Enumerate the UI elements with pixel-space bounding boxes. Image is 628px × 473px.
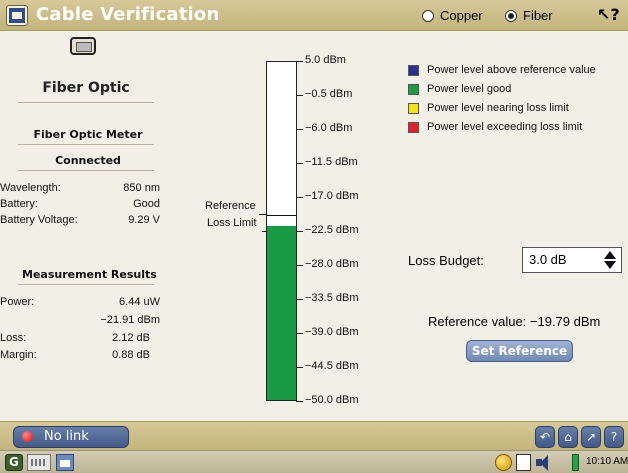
- scale-tick: [296, 95, 303, 96]
- tools-icon[interactable]: ↗: [581, 426, 601, 448]
- divider: [18, 102, 154, 103]
- legend-nearing-limit: Power level nearing loss limit: [408, 102, 569, 114]
- battery-voltage-label: Battery Voltage:: [0, 214, 78, 226]
- legend-swatch: [408, 83, 419, 95]
- reference-value-text: Reference value: −19.79 dBm: [428, 314, 601, 329]
- loss-limit-label: Loss Limit: [207, 217, 257, 229]
- scale-tick: [296, 163, 303, 164]
- margin-label: Margin:: [0, 349, 37, 361]
- speaker-icon[interactable]: [535, 454, 553, 471]
- window-title: Cable Verification: [36, 4, 220, 25]
- scale-tick-label: −28.0 dBm: [305, 258, 359, 270]
- scale-tick: [296, 367, 303, 368]
- legend-above-reference: Power level above reference value: [408, 64, 596, 76]
- status-bar: No link ↶ ⌂ ↗ ?: [0, 421, 628, 450]
- power-dbm-value: −21.91 dBm: [100, 314, 160, 326]
- divider: [18, 144, 154, 145]
- clock-time: 10:10 AM: [586, 456, 628, 467]
- set-reference-button[interactable]: Set Reference: [466, 340, 573, 362]
- window-switcher-icon[interactable]: [56, 454, 74, 471]
- meter-status: Connected: [55, 154, 121, 167]
- battery-voltage-value: 9.29 V: [128, 214, 160, 226]
- copper-radio[interactable]: Copper: [422, 8, 483, 23]
- fiber-radio[interactable]: Fiber: [505, 8, 553, 23]
- legend-swatch: [408, 64, 419, 76]
- battery-label: Battery:: [0, 198, 38, 210]
- reference-line: [267, 215, 296, 217]
- divider: [18, 170, 154, 171]
- scale-tick-label: 5.0 dBm: [305, 54, 346, 66]
- battery-icon: [572, 454, 579, 471]
- legend-swatch: [408, 121, 419, 133]
- loss-limit-leader: [262, 231, 267, 232]
- margin-value: 0.88 dB: [112, 349, 150, 361]
- scale-tick: [296, 231, 303, 232]
- clipboard-icon[interactable]: [516, 454, 531, 471]
- legend-good: Power level good: [408, 83, 511, 95]
- scale-tick: [296, 61, 303, 62]
- spin-down-icon[interactable]: [604, 261, 616, 269]
- scale-tick: [296, 129, 303, 130]
- scale-tick-label: −6.0 dBm: [305, 122, 353, 134]
- loss-budget-label: Loss Budget:: [408, 253, 484, 268]
- help-arrow-icon[interactable]: ↖?: [597, 5, 620, 24]
- scale-tick-label: −17.0 dBm: [305, 190, 359, 202]
- scale-tick-label: −50.0 dBm: [305, 394, 359, 406]
- fiber-optic-title: Fiber Optic: [42, 80, 130, 96]
- wavelength-value: 850 nm: [123, 182, 160, 194]
- results-heading: Measurement Results: [22, 268, 157, 281]
- title-bar: Cable Verification Copper Fiber ↖?: [0, 0, 628, 31]
- copper-radio-indicator: [422, 9, 434, 22]
- link-led-icon: [22, 431, 33, 442]
- reference-label: Reference: [205, 200, 256, 213]
- taskbar: 10:10 AM: [0, 450, 628, 473]
- divider: [18, 284, 154, 285]
- battery-value: Good: [133, 198, 160, 210]
- copper-radio-label: Copper: [440, 8, 483, 23]
- scale-tick-label: −33.5 dBm: [305, 292, 359, 304]
- scale-tick-label: −22.5 dBm: [305, 224, 359, 236]
- keyboard-icon[interactable]: [27, 454, 51, 471]
- back-icon[interactable]: ↶: [535, 426, 555, 448]
- scale-tick: [296, 333, 303, 334]
- meter-heading: Fiber Optic Meter: [33, 128, 143, 141]
- power-meter-bar: [266, 61, 297, 401]
- start-menu-icon[interactable]: [5, 454, 23, 471]
- power-level-fill: [267, 226, 296, 400]
- scale-tick: [296, 401, 303, 402]
- window-icon[interactable]: [7, 6, 27, 25]
- legend-label: Power level exceeding loss limit: [427, 121, 583, 133]
- power-uw-value: 6.44 uW: [119, 296, 160, 308]
- fiber-meter-icon: [70, 37, 96, 55]
- loss-value: 2.12 dB: [112, 332, 150, 344]
- scale-tick: [296, 299, 303, 300]
- fiber-radio-label: Fiber: [523, 8, 553, 23]
- loss-budget-value: 3.0 dB: [529, 252, 567, 267]
- link-status-label: No link: [44, 429, 89, 444]
- power-label: Power:: [0, 296, 35, 308]
- legend-swatch: [408, 102, 419, 114]
- legend-label: Power level above reference value: [427, 64, 596, 76]
- scale-tick-label: −44.5 dBm: [305, 360, 359, 372]
- scale-tick-label: −11.5 dBm: [305, 156, 358, 168]
- loss-label: Loss:: [0, 332, 27, 344]
- home-icon[interactable]: ⌂: [558, 426, 578, 448]
- reference-leader: [259, 214, 267, 216]
- spin-arrows-icon[interactable]: [601, 249, 619, 271]
- legend-label: Power level good: [427, 83, 512, 95]
- spin-up-icon[interactable]: [604, 251, 616, 259]
- help-icon[interactable]: ?: [604, 426, 624, 448]
- link-status-button[interactable]: No link: [13, 426, 129, 448]
- scale-tick-label: −0.5 dBm: [305, 88, 353, 100]
- wavelength-label: Wavelength:: [0, 182, 61, 194]
- scale-tick: [296, 197, 303, 198]
- scale-tick-label: −39.0 dBm: [305, 326, 359, 338]
- tray-status-icon[interactable]: [495, 454, 512, 471]
- legend-label: Power level nearing loss limit: [427, 102, 569, 114]
- legend-exceeding-limit: Power level exceeding loss limit: [408, 121, 582, 133]
- scale-tick: [296, 265, 303, 266]
- loss-budget-spinbox[interactable]: 3.0 dB: [522, 247, 622, 273]
- fiber-radio-indicator: [505, 9, 517, 22]
